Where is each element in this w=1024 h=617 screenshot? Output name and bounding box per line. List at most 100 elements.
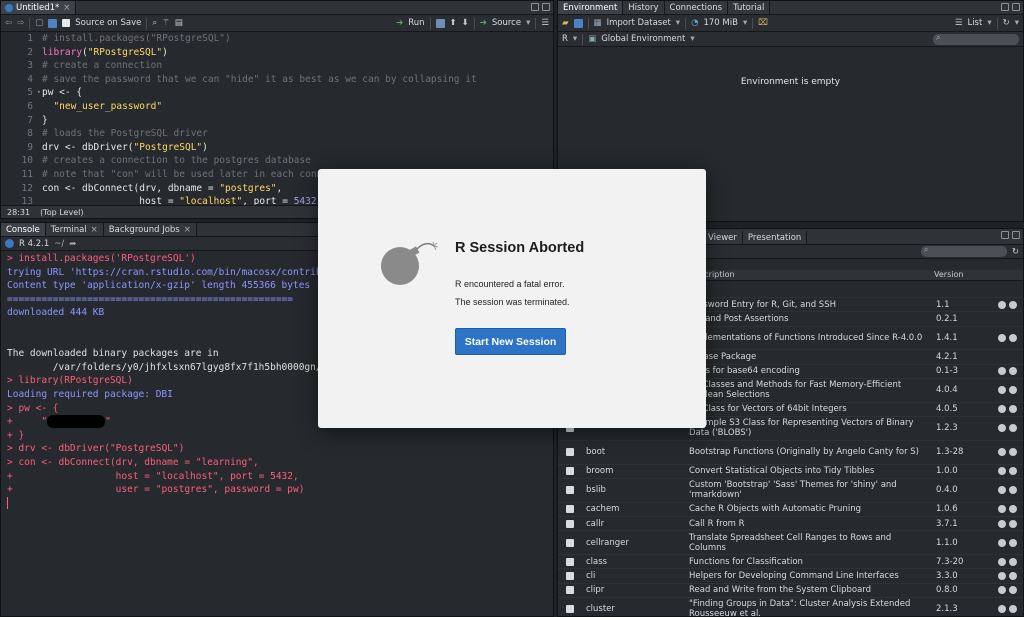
tab-terminal[interactable]: Terminal × [45, 223, 104, 236]
remove-package-icon[interactable] [1009, 300, 1017, 309]
refresh-icon[interactable]: ↻ [1012, 247, 1019, 257]
remove-package-icon[interactable] [1009, 557, 1017, 566]
remove-package-icon[interactable] [1009, 448, 1017, 457]
package-name[interactable]: cluster [586, 604, 615, 614]
save-workspace-icon[interactable] [573, 18, 583, 28]
close-tab-icon[interactable]: × [184, 225, 191, 235]
fold-arrow-icon[interactable]: ▾ [37, 86, 41, 100]
open-workspace-icon[interactable]: ▰ [562, 18, 569, 28]
package-checkbox[interactable] [566, 572, 574, 581]
memory-pie-icon[interactable]: ◔ [691, 18, 698, 28]
source-arrow-icon[interactable]: ➔ [480, 18, 487, 28]
import-dataset-icon[interactable]: ▦ [594, 18, 602, 28]
remove-package-icon[interactable] [1009, 586, 1017, 595]
packages-search-input[interactable]: ⌕ [920, 245, 1007, 257]
outline-icon[interactable]: ☰ [541, 18, 549, 28]
package-checkbox[interactable] [566, 519, 574, 528]
package-name[interactable]: broom [586, 466, 613, 476]
chevron-down-icon[interactable]: ▾ [690, 34, 694, 44]
website-globe-icon[interactable] [998, 333, 1006, 342]
chevron-down-icon[interactable]: ▾ [573, 34, 577, 44]
package-name[interactable]: cachem [586, 504, 619, 514]
remove-package-icon[interactable] [1009, 605, 1017, 614]
chevron-down-icon[interactable]: ▾ [1015, 18, 1019, 28]
website-globe-icon[interactable] [998, 424, 1006, 433]
maximize-icon[interactable] [542, 3, 550, 11]
remove-package-icon[interactable] [1009, 367, 1017, 376]
remove-package-icon[interactable] [1009, 505, 1017, 514]
package-name[interactable]: cli [586, 571, 595, 581]
close-tab-icon[interactable]: × [63, 3, 70, 13]
maximize-icon[interactable] [1012, 3, 1020, 11]
website-globe-icon[interactable] [998, 586, 1006, 595]
website-globe-icon[interactable] [998, 605, 1006, 614]
package-name[interactable]: clipr [586, 585, 604, 595]
import-dataset-button[interactable]: Import Dataset [607, 18, 671, 28]
website-globe-icon[interactable] [998, 367, 1006, 376]
environment-select[interactable]: Global Environment [601, 34, 685, 44]
tab-history[interactable]: History [623, 1, 665, 14]
website-globe-icon[interactable] [998, 519, 1006, 528]
package-name[interactable]: callr [586, 519, 604, 529]
console-input-cursor[interactable] [7, 497, 547, 511]
remove-package-icon[interactable] [1009, 405, 1017, 414]
package-checkbox[interactable] [566, 605, 574, 614]
start-new-session-button[interactable]: Start New Session [455, 328, 566, 355]
minimize-icon[interactable] [1001, 3, 1009, 11]
chevron-down-icon[interactable]: ▾ [987, 18, 991, 28]
down-arrow-icon[interactable]: ⬇ [462, 18, 469, 28]
website-globe-icon[interactable] [998, 386, 1006, 395]
website-globe-icon[interactable] [998, 448, 1006, 457]
rerun-icon[interactable] [435, 18, 445, 28]
package-checkbox[interactable] [566, 586, 574, 595]
website-globe-icon[interactable] [998, 300, 1006, 309]
remove-package-icon[interactable] [1009, 467, 1017, 476]
package-checkbox[interactable] [566, 538, 574, 547]
package-name[interactable]: boot [586, 447, 605, 457]
language-select[interactable]: R [562, 34, 568, 44]
website-globe-icon[interactable] [998, 467, 1006, 476]
close-tab-icon[interactable]: × [91, 225, 98, 235]
package-checkbox[interactable] [566, 486, 574, 495]
save-icon[interactable] [48, 18, 58, 28]
tab-presentation[interactable]: Presentation [742, 231, 808, 244]
tab-console[interactable]: Console [1, 223, 46, 236]
source-button[interactable]: Source [492, 18, 521, 28]
environment-search-input[interactable]: ⌕ [933, 33, 1019, 45]
tab-untitled1[interactable]: Untitled1* × [1, 1, 77, 14]
website-globe-icon[interactable] [998, 557, 1006, 566]
minimize-icon[interactable] [531, 3, 539, 11]
remove-package-icon[interactable] [1009, 538, 1017, 547]
chevron-down-icon[interactable]: ▾ [743, 18, 747, 28]
package-checkbox[interactable] [566, 505, 574, 514]
search-icon[interactable]: ⌕ [152, 18, 157, 28]
package-name[interactable]: bslib [586, 485, 606, 495]
package-checkbox[interactable] [566, 448, 574, 457]
tab-tutorial[interactable]: Tutorial [728, 1, 771, 14]
remove-package-icon[interactable] [1009, 519, 1017, 528]
chevron-down-icon[interactable]: ▾ [676, 18, 680, 28]
remove-package-icon[interactable] [1009, 572, 1017, 581]
tab-connections[interactable]: Connections [664, 1, 729, 14]
up-arrow-icon[interactable]: ⬆ [450, 18, 457, 28]
tab-environment[interactable]: Environment [558, 1, 624, 14]
forward-arrow-icon[interactable]: ⇨ [17, 18, 24, 28]
tab-background-jobs[interactable]: Background Jobs × [103, 223, 197, 236]
maximize-icon[interactable] [1012, 231, 1020, 239]
package-checkbox[interactable] [566, 467, 574, 476]
package-name[interactable]: class [586, 557, 607, 567]
remove-package-icon[interactable] [1009, 333, 1017, 342]
package-name[interactable]: cellranger [586, 538, 629, 548]
run-button[interactable]: Run [408, 18, 424, 28]
website-globe-icon[interactable] [998, 572, 1006, 581]
package-checkbox[interactable] [566, 557, 574, 566]
tab-viewer[interactable]: Viewer [703, 231, 743, 244]
view-mode-select[interactable]: List [967, 18, 982, 28]
remove-package-icon[interactable] [1009, 486, 1017, 495]
list-view-icon[interactable]: ☰ [955, 18, 963, 28]
website-globe-icon[interactable] [998, 538, 1006, 547]
run-arrow-icon[interactable]: ➔ [396, 18, 403, 28]
open-in-window-icon[interactable]: ▢ [35, 18, 43, 28]
website-globe-icon[interactable] [998, 405, 1006, 414]
website-globe-icon[interactable] [998, 505, 1006, 514]
